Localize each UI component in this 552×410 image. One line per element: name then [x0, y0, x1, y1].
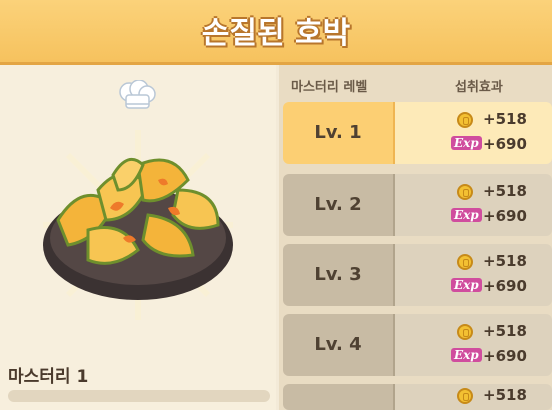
table-header: 마스터리 레벨 섭취효과 [279, 72, 552, 98]
page-title: 손질된 호박 [201, 16, 351, 51]
level-label: Lv. 3 [314, 264, 362, 285]
coin-icon [457, 112, 473, 128]
exp-reward: +690 [483, 207, 527, 225]
coin-icon [457, 184, 473, 200]
level-column-header: 마스터리 레벨 [291, 80, 368, 95]
level-label: Lv. 1 [314, 122, 362, 143]
coin-icon [457, 388, 473, 404]
mastery-row-4[interactable]: Lv. 4 +518 Exp +690 [283, 314, 552, 376]
chef-hat-icon [119, 80, 156, 109]
exp-reward: +690 [483, 135, 527, 153]
exp-icon: Exp [451, 208, 482, 222]
level-label: Lv. 4 [314, 334, 362, 355]
gold-reward: +518 [483, 252, 527, 270]
mastery-progress-bar [8, 390, 270, 402]
effect-column-header: 섭취효과 [455, 80, 503, 95]
title-bar: 손질된 호박 [0, 0, 552, 65]
level-label: Lv. 2 [314, 194, 362, 215]
exp-icon: Exp [451, 278, 482, 292]
mastery-row-5[interactable]: +518 [283, 384, 552, 410]
gold-reward: +518 [483, 322, 527, 340]
gold-reward: +518 [483, 386, 527, 404]
mastery-level-label: 마스터리 1 [8, 367, 89, 387]
mastery-row-2[interactable]: Lv. 2 +518 Exp +690 [283, 174, 552, 236]
gold-reward: +518 [483, 182, 527, 200]
gold-reward: +518 [483, 110, 527, 128]
pumpkin-dish-image [43, 130, 233, 320]
exp-reward: +690 [483, 277, 527, 295]
exp-reward: +690 [483, 347, 527, 365]
coin-icon [457, 324, 473, 340]
exp-icon: Exp [451, 136, 482, 150]
mastery-row-3[interactable]: Lv. 3 +518 Exp +690 [283, 244, 552, 306]
exp-icon: Exp [451, 348, 482, 362]
coin-icon [457, 254, 473, 270]
mastery-row-1[interactable]: Lv. 1 +518 Exp +690 [283, 102, 552, 164]
